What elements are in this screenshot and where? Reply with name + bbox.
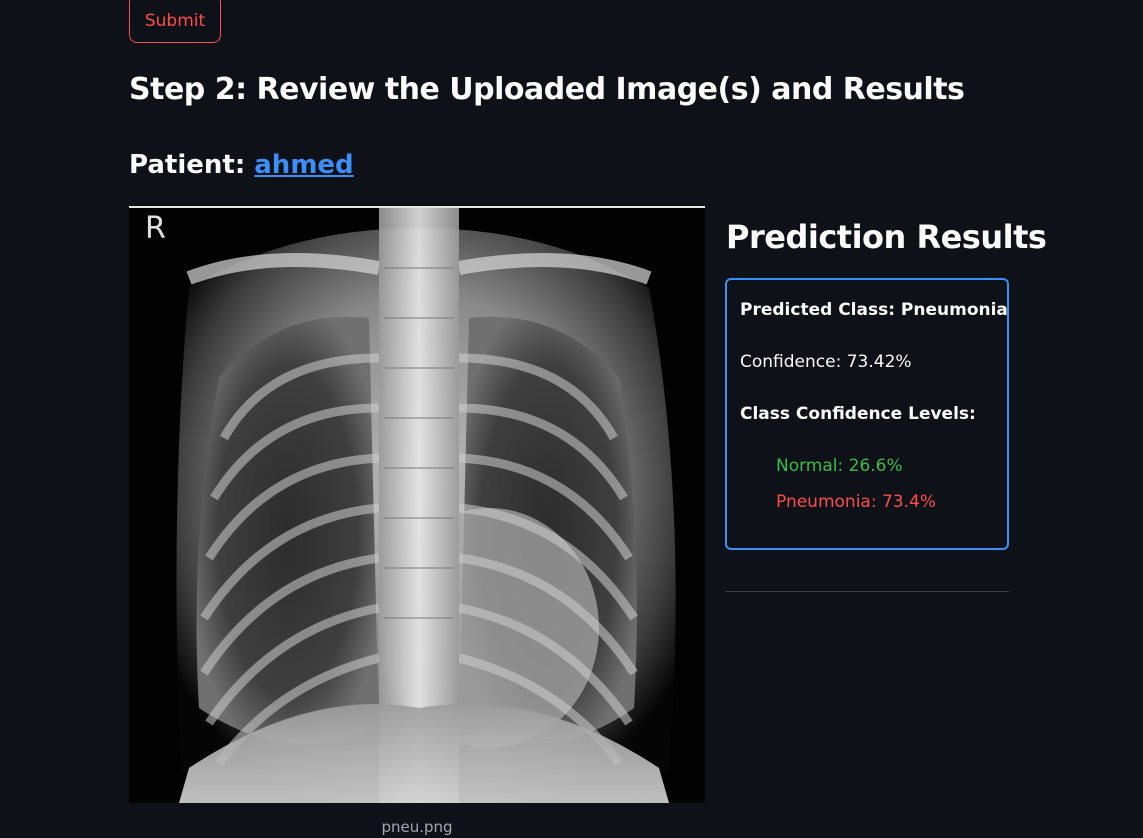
confidence-level-pneumonia: Pneumonia: 73.4% [776, 492, 936, 512]
patient-heading: Patient: ahmed [129, 150, 354, 180]
image-caption: pneu.png [381, 818, 453, 836]
step2-heading: Step 2: Review the Uploaded Image(s) and… [129, 72, 965, 107]
divider [725, 591, 1009, 592]
patient-prefix: Patient: [129, 150, 255, 180]
class-confidence-heading: Class Confidence Levels: [740, 404, 976, 424]
xray-marker-r: R [145, 211, 166, 246]
confidence-text: Confidence: 73.42% [740, 352, 912, 372]
patient-name-link[interactable]: ahmed [254, 150, 353, 180]
prediction-results-heading: Prediction Results [726, 218, 1047, 256]
submit-button[interactable]: Submit [129, 0, 221, 43]
app-page: Submit Step 2: Review the Uploaded Image… [0, 0, 1143, 838]
xray-image: R [129, 206, 705, 803]
chest-xray-picture: R [129, 208, 705, 803]
predicted-class-text: Predicted Class: Pneumonia [740, 300, 1008, 320]
prediction-results-card: Predicted Class: Pneumonia Confidence: 7… [725, 278, 1009, 550]
confidence-level-normal: Normal: 26.6% [776, 456, 903, 476]
